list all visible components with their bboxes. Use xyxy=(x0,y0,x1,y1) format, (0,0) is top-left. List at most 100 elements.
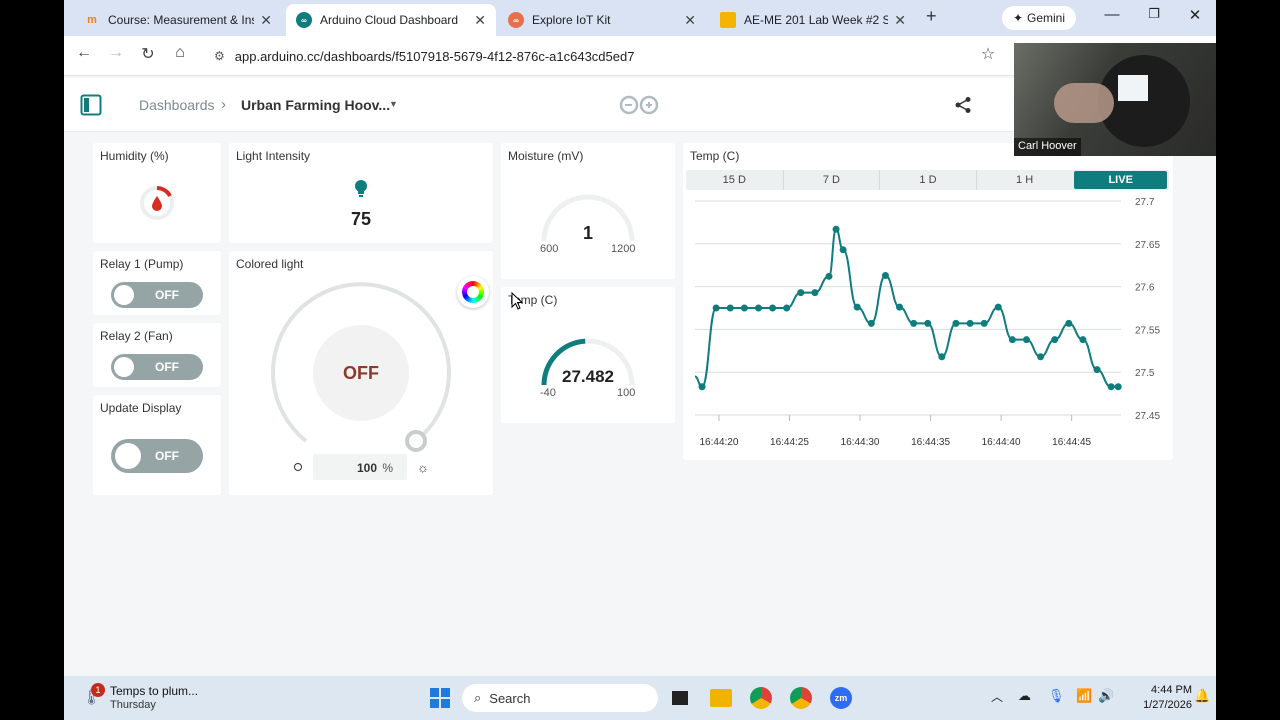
file-explorer-icon[interactable] xyxy=(710,689,732,707)
data-point[interactable] xyxy=(1051,336,1059,344)
data-point[interactable] xyxy=(1114,383,1122,391)
data-point[interactable] xyxy=(1079,336,1087,344)
minimize-icon[interactable]: — xyxy=(1092,6,1132,23)
data-point[interactable] xyxy=(853,303,861,311)
tab-course[interactable]: m Course: Measurement & Instrum ✕ xyxy=(74,4,282,36)
widget-title: Colored light xyxy=(236,257,304,271)
data-point[interactable] xyxy=(769,304,777,312)
data-point[interactable] xyxy=(952,319,960,327)
data-point[interactable] xyxy=(1065,319,1073,327)
restore-icon[interactable]: ❐ xyxy=(1134,6,1174,22)
y-tick-label: 27.7 xyxy=(1135,197,1155,208)
relay2-toggle[interactable]: OFF xyxy=(111,354,203,380)
dashboard-name[interactable]: Urban Farming Hoov... xyxy=(241,97,390,113)
gemini-icon: ✦ xyxy=(1012,11,1024,25)
range-button-1h[interactable]: 1 H xyxy=(975,170,1073,190)
data-point[interactable] xyxy=(698,383,706,391)
data-point[interactable] xyxy=(881,271,889,279)
close-window-icon[interactable]: ✕ xyxy=(1175,6,1215,24)
address-bar[interactable]: ⚙ app.arduino.cc/dashboards/f5107918-567… xyxy=(202,41,1004,71)
data-point[interactable] xyxy=(740,304,748,312)
temp-chart-widget: Temp (C) 15 D7 D1 D1 H LIVE 27.7 27.65 27.6… xyxy=(683,143,1173,460)
clock-time[interactable]: 4:44 PM xyxy=(1122,684,1192,696)
notification-title[interactable]: Temps to plum... xyxy=(110,684,198,698)
data-point[interactable] xyxy=(712,304,720,312)
data-point[interactable] xyxy=(896,303,904,311)
chrome-icon[interactable] xyxy=(750,687,772,709)
reload-icon[interactable]: ↻ xyxy=(136,44,160,64)
data-point[interactable] xyxy=(1022,336,1030,344)
data-point[interactable] xyxy=(726,304,734,312)
data-point[interactable] xyxy=(754,304,762,312)
brightness-input[interactable]: 100 % xyxy=(313,454,407,480)
data-point[interactable] xyxy=(839,246,847,254)
widget-title: Humidity (%) xyxy=(100,149,169,163)
clock-date[interactable]: 1/27/2026 xyxy=(1122,699,1192,711)
range-button-1d[interactable]: 1 D xyxy=(879,170,976,190)
close-tab-icon[interactable]: ✕ xyxy=(260,12,272,29)
range-button-7d[interactable]: 7 D xyxy=(782,170,880,190)
microphone-icon[interactable]: 🎙 xyxy=(1048,688,1065,704)
data-point[interactable] xyxy=(811,289,819,297)
x-tick-label: 16:44:45 xyxy=(1052,437,1091,448)
chrome-profile-icon[interactable] xyxy=(790,687,812,709)
zoom-icon[interactable]: zm xyxy=(830,687,852,709)
data-point[interactable] xyxy=(1093,366,1101,374)
close-tab-icon[interactable]: ✕ xyxy=(474,12,486,29)
gemini-button[interactable]: ✦ Gemini xyxy=(1002,6,1076,30)
arduino-logo-icon xyxy=(619,95,659,115)
tab-explore-iot[interactable]: ∞ Explore IoT Kit ✕ xyxy=(498,4,706,36)
data-point[interactable] xyxy=(867,319,875,327)
volume-icon[interactable]: 🔊 xyxy=(1098,688,1114,704)
data-point[interactable] xyxy=(797,289,805,297)
toggle-knob xyxy=(114,285,134,305)
data-point[interactable] xyxy=(783,304,791,312)
sidebar-toggle-icon[interactable] xyxy=(80,94,102,116)
data-point[interactable] xyxy=(1107,383,1115,391)
data-point[interactable] xyxy=(1037,353,1045,361)
taskbar-search[interactable]: ⌕ Search xyxy=(462,684,658,712)
chevron-up-icon[interactable]: ︿ xyxy=(991,688,1003,705)
y-tick-label: 27.6 xyxy=(1135,283,1155,294)
update-display-toggle[interactable]: OFF xyxy=(111,439,203,473)
wifi-icon[interactable]: 📶 xyxy=(1076,688,1092,704)
color-picker-button[interactable] xyxy=(457,276,489,308)
forward-icon[interactable]: → xyxy=(104,44,128,62)
x-tick-label: 16:44:35 xyxy=(911,437,950,448)
dial-handle[interactable] xyxy=(405,430,427,452)
range-button-live[interactable]: LIVE xyxy=(1074,171,1167,189)
cloud-off-icon[interactable]: ☁ xyxy=(1018,688,1031,704)
tab-arduino-dashboard[interactable]: ∞ Arduino Cloud Dashboard ✕ xyxy=(286,4,496,36)
tab-lab-slides[interactable]: AE-ME 201 Lab Week #2 Slides ✕ xyxy=(710,4,916,36)
data-point[interactable] xyxy=(832,225,840,233)
bookmark-star-icon[interactable]: ☆ xyxy=(976,44,1000,64)
notifications-bell-icon[interactable]: 🔔 xyxy=(1194,688,1210,704)
close-tab-icon[interactable]: ✕ xyxy=(894,12,906,29)
breadcrumb-separator: › xyxy=(221,96,226,113)
mouse-cursor-icon xyxy=(511,292,523,310)
x-tick-label: 16:44:40 xyxy=(982,437,1021,448)
data-point[interactable] xyxy=(980,319,988,327)
relay1-toggle[interactable]: OFF xyxy=(111,282,203,308)
data-point[interactable] xyxy=(1008,336,1016,344)
back-icon[interactable]: ← xyxy=(72,44,96,62)
task-view-icon[interactable] xyxy=(672,691,688,705)
colored-light-state: OFF xyxy=(343,363,379,383)
share-icon[interactable] xyxy=(954,96,972,114)
range-button-15d[interactable]: 15 D xyxy=(686,170,783,190)
arduino-icon: ∞ xyxy=(508,12,524,28)
data-point[interactable] xyxy=(966,319,974,327)
data-point[interactable] xyxy=(994,303,1002,311)
site-info-icon[interactable]: ⚙ xyxy=(214,49,225,63)
chevron-down-icon[interactable]: ▼ xyxy=(389,99,398,109)
close-tab-icon[interactable]: ✕ xyxy=(684,12,696,29)
windows-start-icon[interactable] xyxy=(430,688,450,708)
data-point[interactable] xyxy=(910,319,918,327)
home-icon[interactable]: ⌂ xyxy=(168,44,192,62)
data-point[interactable] xyxy=(825,272,833,280)
data-point[interactable] xyxy=(924,319,932,327)
data-point[interactable] xyxy=(938,353,946,361)
toggle-state: OFF xyxy=(155,288,179,302)
breadcrumb-dashboards[interactable]: Dashboards xyxy=(139,97,215,113)
new-tab-button[interactable]: + xyxy=(926,6,937,27)
